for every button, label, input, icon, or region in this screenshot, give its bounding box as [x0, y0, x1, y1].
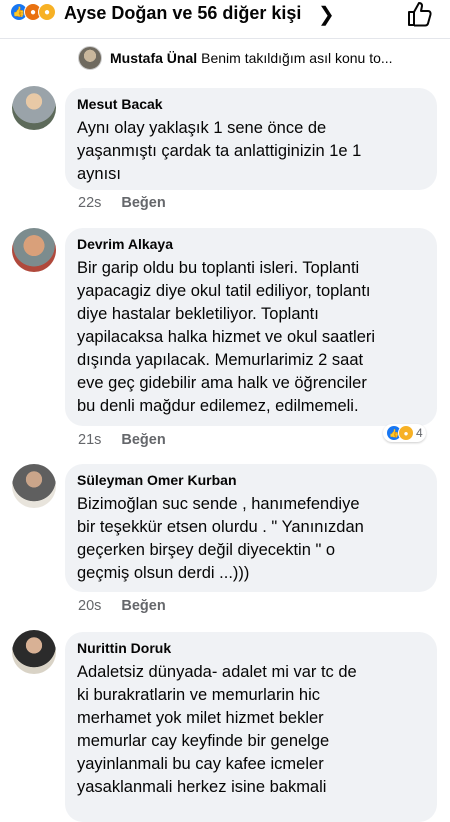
reactions-header[interactable]: 👍 ● ● Ayse Doğan ve 56 diğer kişi ❯: [0, 0, 450, 32]
comment-author-name[interactable]: Mesut Bacak: [77, 95, 425, 113]
comment-actions: 20s Beğen: [78, 598, 166, 614]
comment-time: 21s: [78, 432, 102, 448]
avatar: [78, 46, 102, 70]
comment-author-name[interactable]: Devrim Alkaya: [77, 235, 425, 253]
comment-actions: 21s Beğen: [78, 432, 166, 448]
avatar[interactable]: [12, 228, 56, 272]
comment-time: 22s: [78, 195, 102, 211]
reactions-summary[interactable]: Ayse Doğan ve 56 diğer kişi: [64, 3, 301, 24]
avatar[interactable]: [12, 464, 56, 508]
like-button[interactable]: Beğen: [121, 195, 165, 211]
comment-author-name[interactable]: Nurittin Doruk: [77, 639, 425, 657]
comment-time: 20s: [78, 598, 102, 614]
reply-author-name[interactable]: Mustafa Ünal: [110, 50, 197, 66]
comment-text: Bizimoğlan suc sende , hanımefendiye bir…: [77, 495, 364, 582]
like-button[interactable]: Beğen: [121, 598, 165, 614]
avatar[interactable]: [12, 86, 56, 130]
comment-text: Bir garip oldu bu toplanti isleri. Topla…: [77, 259, 376, 415]
comment-bubble: Nurittin Doruk Adaletsiz dünyada- adalet…: [65, 632, 437, 822]
chevron-right-icon[interactable]: ❯: [318, 2, 335, 27]
header-divider: [0, 38, 450, 39]
comment-bubble: Süleyman Omer Kurban Bizimoğlan suc send…: [65, 464, 437, 592]
comment-reaction-count[interactable]: 👍 ● 4: [383, 424, 426, 442]
comment-actions: 22s Beğen: [78, 195, 166, 211]
sad-reaction-icon: ●: [38, 3, 56, 21]
reply-preview[interactable]: Mustafa Ünal Benim takıldığım asıl konu …: [78, 44, 393, 72]
reply-text: Benim takıldığım asıl konu to...: [201, 50, 393, 66]
reaction-count-label: 4: [416, 426, 423, 440]
sad-reaction-icon: ●: [398, 425, 414, 441]
comment-bubble: Mesut Bacak Aynı olay yaklaşık 1 sene ön…: [65, 88, 437, 190]
like-outline-icon[interactable]: [406, 0, 434, 28]
comment-bubble: Devrim Alkaya Bir garip oldu bu toplanti…: [65, 228, 437, 426]
comment-text: Aynı olay yaklaşık 1 sene önce de yaşanm…: [77, 119, 362, 183]
comment-text: Adaletsiz dünyada- adalet mi var tc de k…: [77, 663, 357, 796]
comment-author-name[interactable]: Süleyman Omer Kurban: [77, 471, 425, 489]
avatar[interactable]: [12, 630, 56, 674]
like-button[interactable]: Beğen: [121, 432, 165, 448]
reaction-icons: 👍 ● ●: [10, 3, 56, 21]
